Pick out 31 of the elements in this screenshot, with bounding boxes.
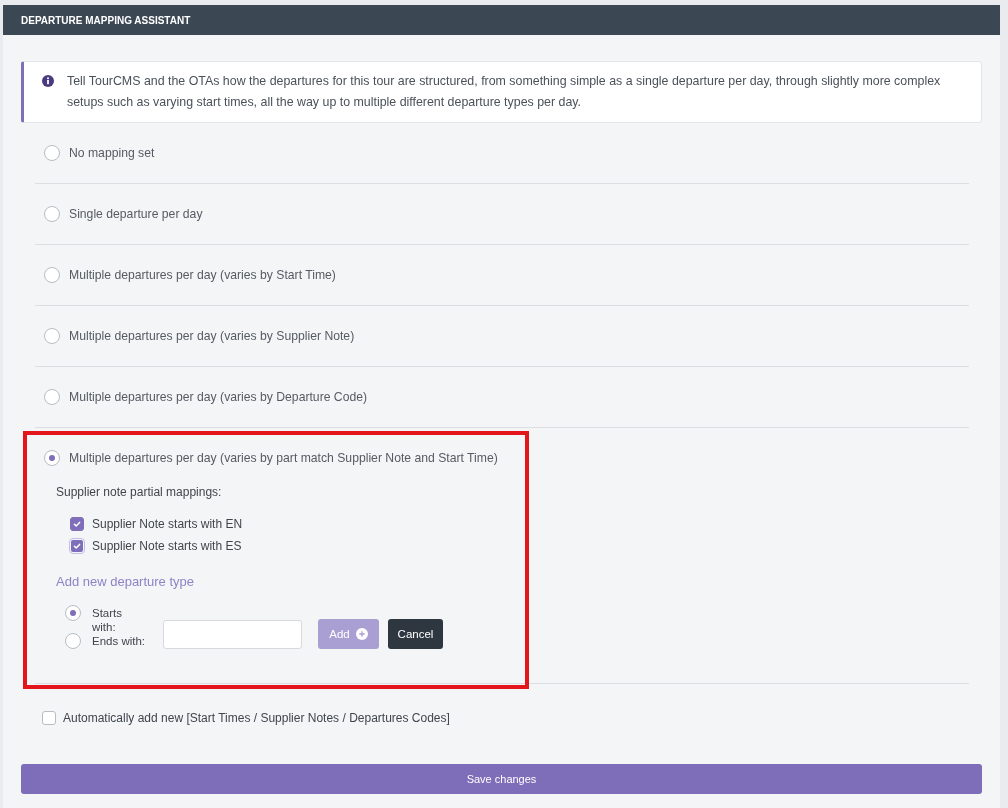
radio-button[interactable] [44,267,60,283]
option-label[interactable]: Multiple departures per day (varies by Start Time) [69,268,336,282]
radio-label[interactable]: Ends with: [92,634,147,648]
option-label[interactable]: Multiple departures per day (varies by Departure Code) [69,390,368,404]
checkbox[interactable] [69,538,85,554]
info-icon [42,75,54,87]
radio-label[interactable]: Starts with: [92,606,147,634]
option-label[interactable]: Multiple departures per day (varies by Supplier Note) [69,329,355,343]
input-field[interactable] [163,620,302,649]
checkbox[interactable] [70,517,84,531]
add-heading: Add new departure type [56,574,195,590]
save-button[interactable]: Save changes [21,764,982,794]
radio-button[interactable] [65,605,81,621]
radio-button[interactable] [44,206,60,222]
mappings-heading: Supplier note partial mappings: [56,484,222,500]
checkbox-label[interactable]: Supplier Note starts with ES [92,539,242,553]
radio-button[interactable] [44,145,60,161]
radio-button[interactable] [65,633,81,649]
info-text: Tell TourCMS and the OTAs how the departures for this tour are structured, from something simple as a single departure per day, through slightly more complex setups such as varying start times, all the way up to multiple different departure types per day. [67,73,942,111]
option-label[interactable]: No mapping set [69,146,155,160]
panel-title: DEPARTURE MAPPING ASSISTANT [21,14,191,26]
plus-circle-icon [355,628,368,640]
checkbox-label[interactable]: Supplier Note starts with EN [92,517,243,531]
option-label[interactable]: Single departure per day [69,207,203,221]
radio-button[interactable] [44,328,60,344]
radio-button[interactable] [44,450,60,466]
cancel-button[interactable]: Cancel [388,619,443,649]
checkbox-label[interactable]: Automatically add new [Start Times / Supplier Notes / Departures Codes] [63,711,450,725]
checkbox[interactable] [42,711,56,725]
option-label[interactable]: Multiple departures per day (varies by part match Supplier Note and Start Time) [69,451,498,465]
radio-button[interactable] [44,389,60,405]
